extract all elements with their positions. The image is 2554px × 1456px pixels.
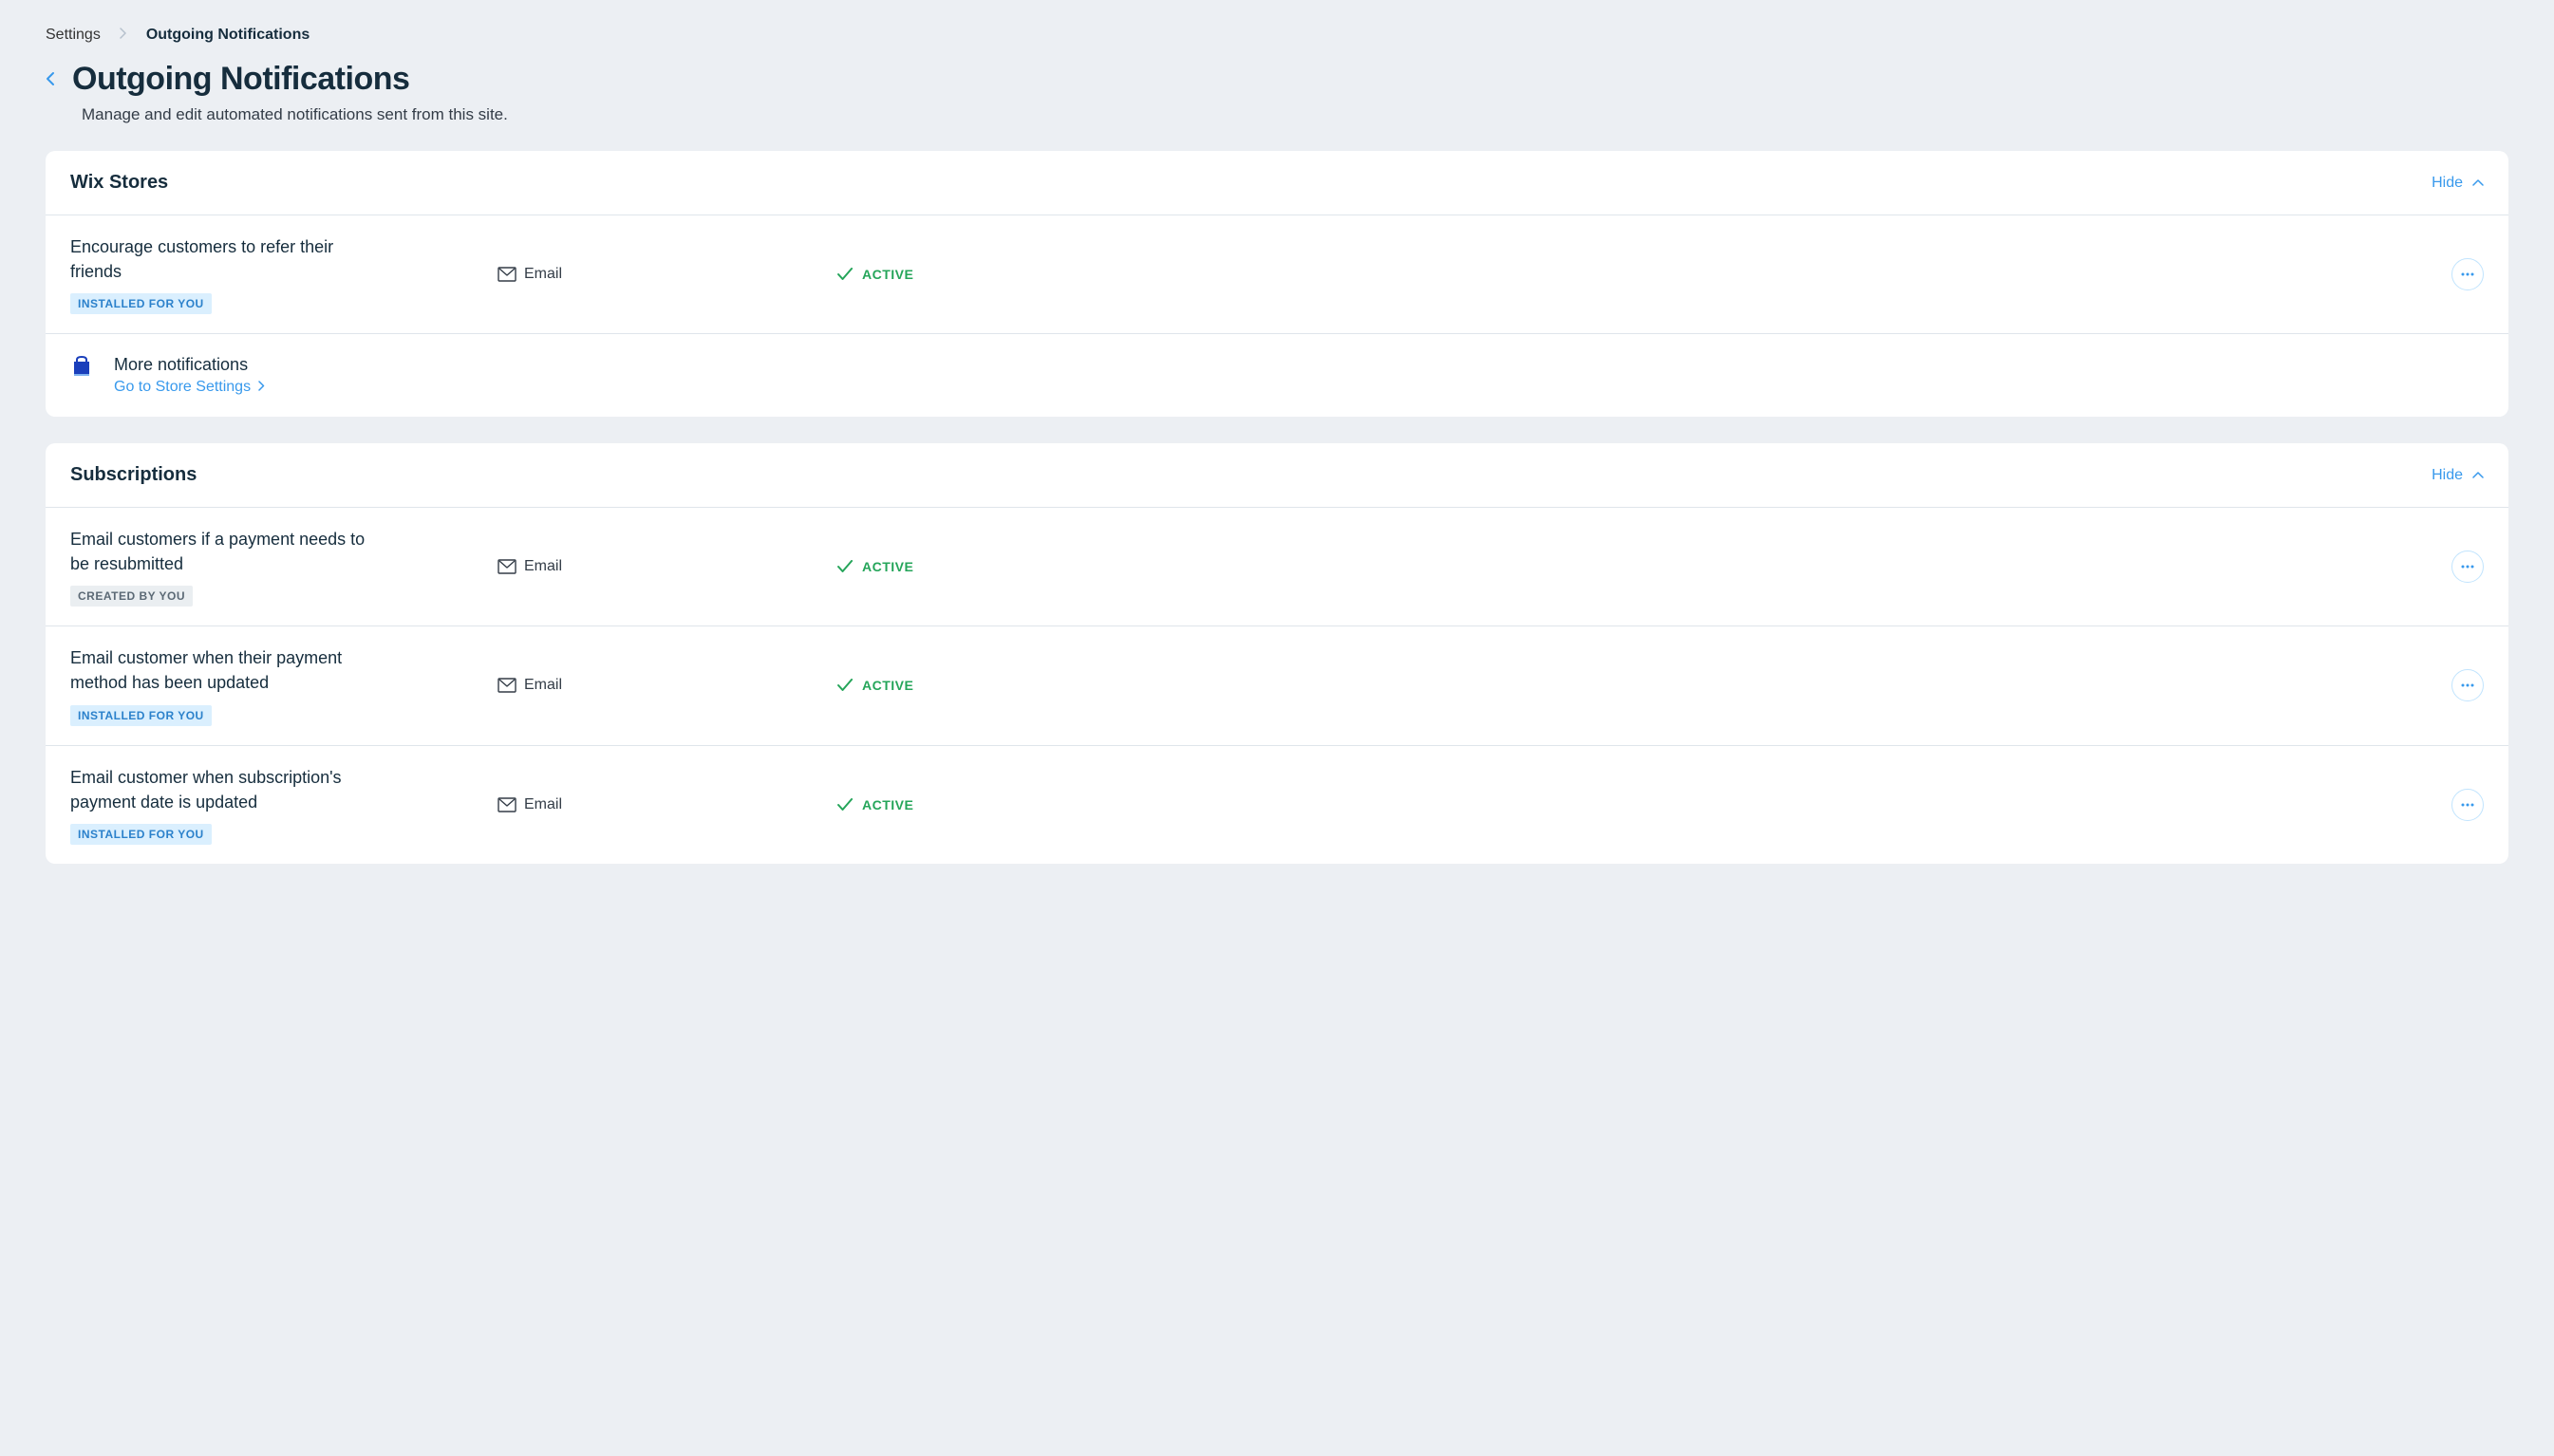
back-icon[interactable] xyxy=(46,71,55,91)
check-icon xyxy=(837,798,853,812)
mail-icon xyxy=(498,559,516,574)
section-wix-stores: Wix Stores Hide Encourage customers to r… xyxy=(46,151,2508,417)
channel-label: Email xyxy=(524,558,562,575)
page-subtitle: Manage and edit automated notifications … xyxy=(82,105,2508,124)
more-notifications-row: More notifications Go to Store Settings xyxy=(46,334,2508,417)
chevron-up-icon xyxy=(2472,177,2484,190)
hide-toggle[interactable]: Hide xyxy=(2432,467,2484,484)
check-icon xyxy=(837,268,853,281)
notification-title: Email customer when their payment method… xyxy=(70,645,374,695)
page-title: Outgoing Notifications xyxy=(72,61,409,98)
hide-label: Hide xyxy=(2432,467,2463,484)
section-subscriptions: Subscriptions Hide Email customers if a … xyxy=(46,443,2508,864)
tag-installed: INSTALLED FOR YOU xyxy=(70,824,212,845)
chevron-right-icon xyxy=(120,27,127,44)
more-notifications-heading: More notifications xyxy=(114,355,265,375)
check-icon xyxy=(837,679,853,692)
more-actions-button[interactable] xyxy=(2451,669,2484,701)
more-actions-button[interactable] xyxy=(2451,551,2484,583)
status-label: ACTIVE xyxy=(862,559,913,574)
notification-row[interactable]: Email customer when subscription's payme… xyxy=(46,746,2508,864)
status-label: ACTIVE xyxy=(862,678,913,693)
notification-title: Email customer when subscription's payme… xyxy=(70,765,374,814)
section-title: Wix Stores xyxy=(70,172,168,194)
hide-toggle[interactable]: Hide xyxy=(2432,175,2484,192)
tag-installed: INSTALLED FOR YOU xyxy=(70,293,212,314)
more-actions-button[interactable] xyxy=(2451,258,2484,290)
breadcrumb-current: Outgoing Notifications xyxy=(146,27,310,44)
tag-installed: INSTALLED FOR YOU xyxy=(70,705,212,726)
section-title: Subscriptions xyxy=(70,464,197,486)
notification-row[interactable]: Email customer when their payment method… xyxy=(46,626,2508,744)
more-actions-button[interactable] xyxy=(2451,789,2484,821)
bag-icon xyxy=(70,355,93,378)
breadcrumb: Settings Outgoing Notifications xyxy=(46,27,2508,44)
chevron-right-icon xyxy=(258,381,265,394)
channel-label: Email xyxy=(524,266,562,283)
chevron-up-icon xyxy=(2472,469,2484,482)
notification-title: Email customers if a payment needs to be… xyxy=(70,527,374,576)
mail-icon xyxy=(498,678,516,693)
notification-row[interactable]: Email customers if a payment needs to be… xyxy=(46,508,2508,625)
mail-icon xyxy=(498,797,516,812)
link-label: Go to Store Settings xyxy=(114,379,251,396)
check-icon xyxy=(837,560,853,573)
breadcrumb-root[interactable]: Settings xyxy=(46,27,101,44)
store-settings-link[interactable]: Go to Store Settings xyxy=(114,379,265,396)
hide-label: Hide xyxy=(2432,175,2463,192)
channel-label: Email xyxy=(524,796,562,813)
status-label: ACTIVE xyxy=(862,797,913,812)
channel-label: Email xyxy=(524,677,562,694)
mail-icon xyxy=(498,267,516,282)
notification-title: Encourage customers to refer their frien… xyxy=(70,234,374,284)
status-label: ACTIVE xyxy=(862,267,913,282)
notification-row[interactable]: Encourage customers to refer their frien… xyxy=(46,215,2508,333)
tag-created: CREATED BY YOU xyxy=(70,586,193,607)
